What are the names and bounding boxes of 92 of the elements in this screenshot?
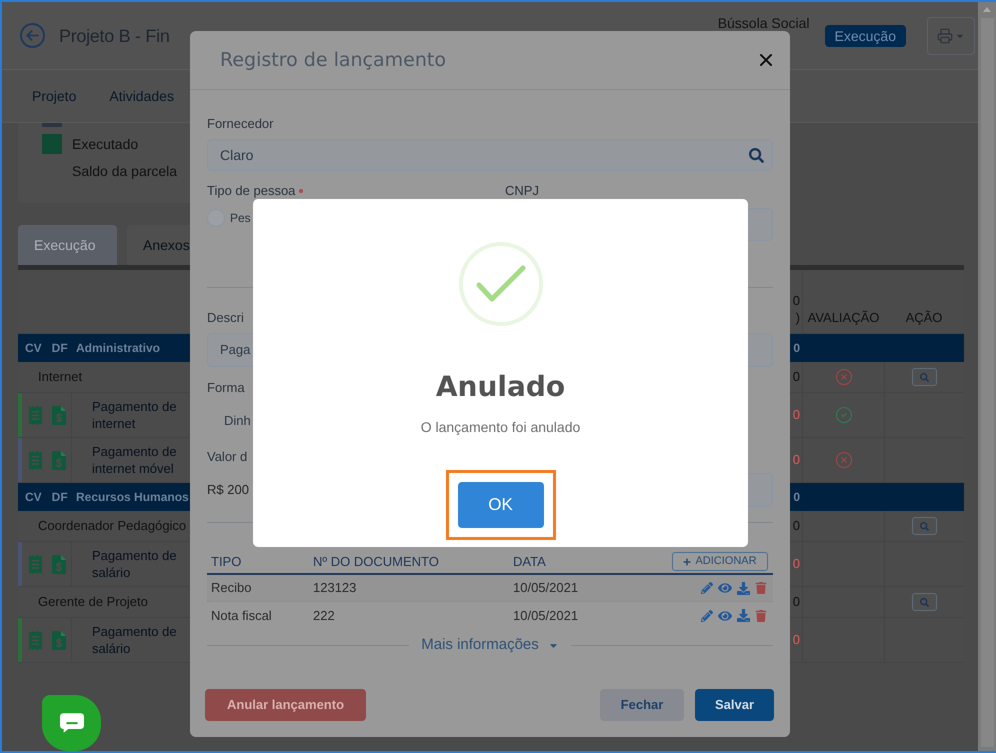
search-icon xyxy=(920,522,929,530)
success-check-icon xyxy=(458,242,542,326)
search-icon xyxy=(920,372,929,382)
row-value: 0 xyxy=(792,631,800,650)
dollar-document-icon xyxy=(52,630,66,650)
pencil-icon[interactable] xyxy=(701,610,713,622)
row-value: 0 xyxy=(792,406,800,424)
download-icon[interactable] xyxy=(737,609,750,622)
table-cell-text: Recibo xyxy=(210,579,252,598)
chat-bubble-icon xyxy=(60,713,84,733)
item-description: Pagamento de salário xyxy=(92,547,178,581)
field-label: CNPJ xyxy=(505,183,539,199)
row-value: 0 xyxy=(792,555,800,574)
receipt-icon xyxy=(29,406,42,424)
table-cell-text: 222 xyxy=(313,606,335,625)
search-button[interactable] xyxy=(912,593,937,611)
subcategory-name: Internet xyxy=(38,368,82,386)
column-header: Nº DO DOCUMENTO xyxy=(313,552,439,571)
column-header: AÇÃO xyxy=(906,309,942,326)
search-button[interactable] xyxy=(912,517,937,535)
table-cell-text: 10/05/2021 xyxy=(513,579,578,598)
printer-icon xyxy=(937,28,953,44)
field-label: Descri xyxy=(207,310,244,326)
alert-message: O lançamento foi anulado xyxy=(420,418,580,437)
amount-value: R$ 200 xyxy=(207,482,249,498)
radio-label: Pes xyxy=(230,210,251,226)
field-label: Valor d xyxy=(207,449,248,465)
subcategory-name: Coordenador Pedagógico xyxy=(38,517,186,536)
trash-icon[interactable] xyxy=(755,610,767,622)
void-button[interactable]: Anular lançamento xyxy=(205,689,366,721)
item-description: Pagamento de salário xyxy=(92,623,178,657)
search-button[interactable] xyxy=(912,368,937,386)
category-code: CV xyxy=(25,489,42,506)
legend-label: Executado xyxy=(72,135,138,154)
row-value: 0 xyxy=(792,593,800,612)
row-value: 0 xyxy=(793,489,800,506)
category-code: DF xyxy=(52,340,68,357)
search-icon xyxy=(920,598,929,606)
chat-button[interactable] xyxy=(42,695,101,751)
trash-icon[interactable] xyxy=(755,582,767,594)
back-button[interactable] xyxy=(20,23,45,48)
eye-icon[interactable] xyxy=(718,608,732,622)
row-value: 0 xyxy=(792,451,800,470)
column-header: TIPO xyxy=(210,552,242,571)
nav-link[interactable]: Atividades xyxy=(109,86,174,106)
category-code: CV xyxy=(25,340,42,357)
dollar-document-icon xyxy=(52,406,66,424)
field-label: Forma xyxy=(207,380,245,396)
print-button[interactable] xyxy=(927,16,975,54)
table-cell-text: Nota fiscal xyxy=(210,606,272,625)
column-header: AVALIAÇÃO xyxy=(808,309,880,326)
dollar-document-icon xyxy=(52,450,66,470)
subcategory-name: Gerente de Projeto xyxy=(38,593,148,612)
field-label: Fornecedor xyxy=(207,116,274,132)
eye-icon[interactable] xyxy=(718,581,732,595)
nav-link[interactable]: Projeto xyxy=(32,86,76,106)
table-cell-text: 10/05/2021 xyxy=(513,606,578,625)
row-value: 0 xyxy=(792,517,800,536)
organization-name: Bússola Social xyxy=(718,15,810,31)
status-badge: Execução xyxy=(824,24,906,46)
download-icon[interactable] xyxy=(737,582,750,594)
item-description: Pagamento de internet móvel xyxy=(92,443,178,477)
receipt-icon xyxy=(29,554,42,574)
item-description: Pagamento de internet xyxy=(92,398,178,432)
search-icon xyxy=(749,148,764,162)
scroll-up-arrow-icon[interactable] xyxy=(983,7,991,12)
row-value: 0 xyxy=(793,340,800,357)
field-label: Tipo de pessoa xyxy=(207,183,296,199)
close-dialog-button[interactable]: Fechar xyxy=(600,689,684,721)
row-value: 0 xyxy=(792,368,800,386)
arrow-left-icon xyxy=(26,30,39,41)
dollar-document-icon xyxy=(52,554,66,574)
column-header: 0 ) xyxy=(792,292,800,326)
category-code: DF xyxy=(52,489,68,506)
search-field[interactable]: Claro xyxy=(207,139,773,171)
add-button[interactable]: ADICIONAR xyxy=(672,552,768,571)
receipt-icon xyxy=(29,630,42,650)
plus-icon xyxy=(683,558,692,566)
save-button[interactable]: Salvar xyxy=(695,689,774,721)
table-cell-text: 123123 xyxy=(313,579,356,598)
pencil-icon[interactable] xyxy=(701,582,713,594)
category-name: Administrativo xyxy=(76,340,160,357)
more-info-toggle[interactable]: Mais informações xyxy=(421,637,559,653)
tab[interactable]: Execução xyxy=(18,225,117,265)
category-name: Recursos Humanos xyxy=(76,489,189,506)
dialog-title: Registro de lançamento xyxy=(220,48,446,73)
ok-button[interactable]: OK xyxy=(458,482,544,528)
legend-label: Saldo da parcela xyxy=(72,162,178,181)
alert-title: Anulado xyxy=(436,370,566,404)
column-header: DATA xyxy=(513,552,546,571)
receipt-icon xyxy=(29,450,42,470)
payment-method-value: Dinh xyxy=(224,413,251,429)
